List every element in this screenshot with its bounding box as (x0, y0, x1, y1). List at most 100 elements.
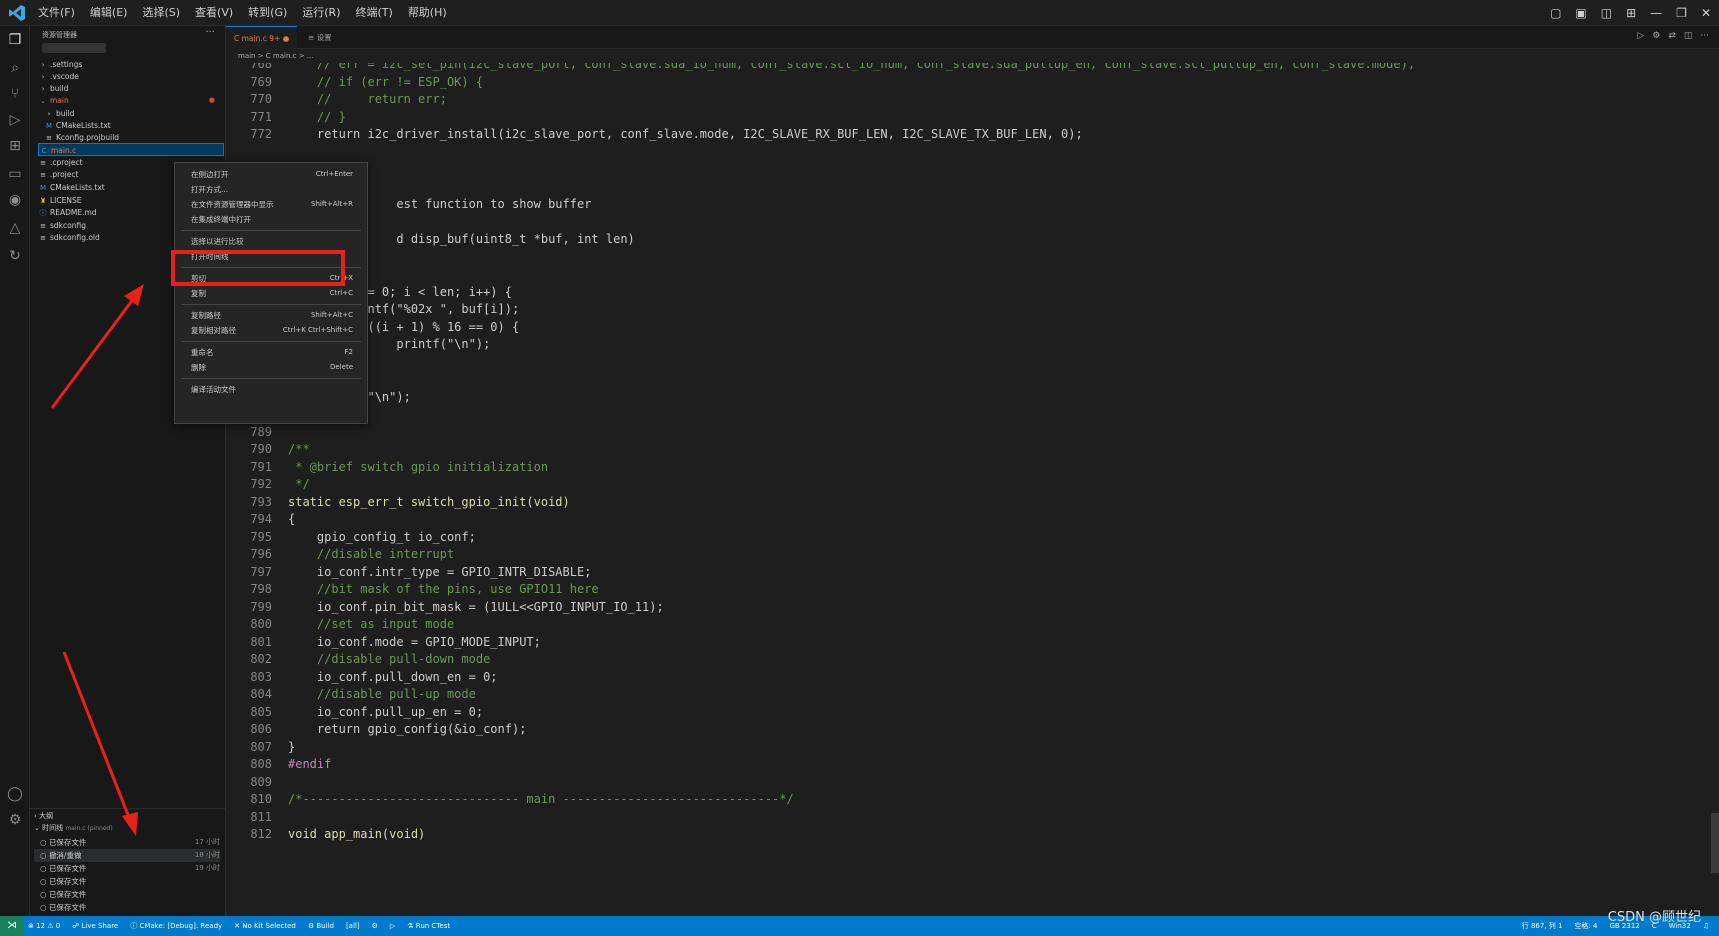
code-line[interactable]: /*------------------------------ main --… (288, 792, 794, 806)
context-menu-item[interactable]: 复制路径 Shift+Alt+C (175, 308, 367, 323)
code-line[interactable]: // if (err != ESP_OK) { (288, 75, 483, 89)
run-debug-icon[interactable]: ▷ (1637, 31, 1644, 41)
menu-view[interactable]: 查看(V) (195, 0, 233, 26)
context-menu-item[interactable]: 打开方式... (175, 182, 367, 197)
context-menu-item[interactable]: 在侧边打开 Ctrl+Enter (175, 167, 367, 182)
context-menu-item[interactable]: 复制相对路径 Ctrl+K Ctrl+Shift+C (175, 323, 367, 338)
context-menu-item[interactable]: 复制 Ctrl+C (175, 286, 367, 301)
cursor-position[interactable]: 行 867, 列 1 (1522, 916, 1563, 936)
more-actions-icon[interactable]: ··· (1700, 31, 1709, 41)
github-icon[interactable]: ◉ (5, 190, 25, 210)
extensions-icon[interactable]: ⊞ (5, 136, 25, 156)
account-icon[interactable]: ◯ (5, 784, 25, 804)
tree-item-readme[interactable]: ⓘ README.md (38, 206, 97, 219)
context-menu-item[interactable]: 选择以进行比较 (175, 234, 367, 249)
timeline-section-header[interactable]: ⌄ 时间线 main.c (pinned) (34, 823, 113, 833)
code-line[interactable]: } (288, 740, 295, 754)
timeline-item[interactable]: ○ 已保存文件 (34, 901, 220, 914)
cmake-status[interactable]: ⓘ CMake: [Debug]: Ready (130, 916, 222, 936)
notifications-icon[interactable]: ♫ (1703, 916, 1709, 936)
menu-help[interactable]: 帮助(H) (408, 0, 447, 26)
code-line[interactable]: gpio_config_t io_conf; (288, 530, 476, 544)
scrollbar-thumb[interactable] (1711, 813, 1719, 873)
live-share-button[interactable]: ☍ Live Share (72, 916, 118, 936)
timeline-item[interactable]: ○ 已保存文件 19 小时 (34, 862, 220, 875)
tree-item-main-folder[interactable]: ⌄ main (38, 94, 69, 107)
context-menu-item[interactable]: 在文件资源管理器中显示 Shift+Alt+R (175, 197, 367, 212)
toggle-sidebar-icon[interactable]: ▢ (1550, 6, 1561, 20)
toggle-secondary-sidebar-icon[interactable]: ◫ (1601, 6, 1612, 20)
debug-button[interactable]: ⚙ (372, 916, 378, 936)
context-menu-item[interactable]: 在集成终端中打开 (175, 212, 367, 227)
outline-section-header[interactable]: › 大纲 (34, 811, 53, 821)
build-target[interactable]: [all] (346, 916, 360, 936)
code-area[interactable]: 768 // err = i2c_set_pin(i2c_slave_port,… (226, 63, 1719, 916)
launch-button[interactable]: ▷ (390, 916, 395, 936)
remote-indicator-icon[interactable]: ⋊ (0, 916, 24, 936)
code-line[interactable]: //disable interrupt (288, 547, 454, 561)
code-line[interactable]: */ (288, 477, 309, 491)
menu-file[interactable]: 文件(F) (38, 0, 75, 26)
code-line[interactable]: static esp_err_t switch_gpio_init(void) (288, 495, 570, 509)
code-line[interactable]: return i2c_driver_install(i2c_slave_port… (288, 127, 1083, 141)
remote-explorer-icon[interactable]: ▭ (5, 164, 25, 184)
code-line[interactable]: io_conf.mode = GPIO_MODE_INPUT; (288, 635, 541, 649)
menu-edit[interactable]: 编辑(E) (90, 0, 128, 26)
more-actions-icon[interactable]: ··· (205, 27, 215, 38)
timeline-item[interactable]: ○ 已保存文件 (34, 888, 220, 901)
menu-terminal[interactable]: 终端(T) (356, 0, 393, 26)
tab-settings[interactable]: ≡ 设置 (300, 26, 340, 49)
code-line[interactable]: void app_main(void) (288, 827, 425, 841)
code-line[interactable]: * @brief switch gpio initialization (288, 460, 548, 474)
code-line[interactable]: /** (288, 442, 310, 456)
tree-item-cmakelists[interactable]: M CMakeLists.txt (38, 181, 105, 194)
code-line[interactable]: #endif (288, 757, 331, 771)
breadcrumb[interactable]: main > C main.c > ... (238, 49, 313, 63)
build-button[interactable]: ⚙ Build (308, 916, 334, 936)
indentation[interactable]: 空格: 4 (1574, 916, 1597, 936)
context-menu-item[interactable]: 删除 Delete (175, 360, 367, 375)
source-control-icon[interactable]: ⑂ (5, 84, 25, 104)
kit-selector[interactable]: ✕ No Kit Selected (234, 916, 296, 936)
menu-run[interactable]: 运行(R) (302, 0, 340, 26)
code-line[interactable]: // err = i2c_set_pin(i2c_slave_port, con… (288, 63, 1415, 71)
split-editor-icon[interactable]: ◫ (1684, 31, 1693, 41)
search-icon[interactable]: ⌕ (5, 58, 25, 78)
minimize-button[interactable]: — (1650, 6, 1662, 20)
tab-main-c[interactable]: C main.c 9+ ● (226, 26, 298, 49)
code-line[interactable]: //set as input mode (288, 617, 454, 631)
code-line[interactable]: { (288, 512, 295, 526)
restore-button[interactable]: ❐ (1676, 6, 1687, 20)
code-line[interactable]: return gpio_config(&io_conf); (288, 722, 527, 736)
menu-selection[interactable]: 选择(S) (142, 0, 180, 26)
menu-go[interactable]: 转到(G) (248, 0, 287, 26)
code-line[interactable]: io_conf.intr_type = GPIO_INTR_DISABLE; (288, 565, 592, 579)
code-line[interactable]: io_conf.pin_bit_mask = (1ULL<<GPIO_INPUT… (288, 600, 664, 614)
code-line[interactable]: //disable pull-down mode (288, 652, 490, 666)
vertical-scrollbar[interactable] (1711, 63, 1719, 916)
problems-indicator[interactable]: ⊗ 12 ⚠ 0 (28, 916, 60, 936)
tree-item-project[interactable]: ≡ .project (38, 168, 78, 181)
gear-icon[interactable]: ⚙ (5, 810, 25, 830)
timeline-item[interactable]: ○ 撤消/重做 18 小时 (34, 849, 220, 862)
customize-layout-icon[interactable]: ⊞ (1626, 6, 1636, 20)
run-debug-icon[interactable]: ▷ (5, 110, 25, 130)
workspace-folder-name[interactable] (42, 43, 106, 53)
cmake-icon[interactable]: △ (5, 218, 25, 238)
run-ctest-button[interactable]: ⚗ Run CTest (407, 916, 450, 936)
close-button[interactable]: ✕ (1701, 6, 1711, 20)
code-line[interactable]: // } (288, 110, 346, 124)
code-line[interactable]: io_conf.pull_down_en = 0; (288, 670, 498, 684)
tree-item-sdkconfig-old[interactable]: ≡ sdkconfig.old (38, 231, 100, 244)
code-line[interactable]: // return err; (288, 92, 447, 106)
code-line[interactable]: io_conf.pull_up_en = 0; (288, 705, 483, 719)
timeline-item[interactable]: ○ 已保存文件 17 小时 (34, 836, 220, 849)
tree-item-main-c[interactable]: Cmain.c (38, 143, 224, 156)
gear-icon[interactable]: ⚙ (1652, 31, 1660, 41)
code-line[interactable]: //disable pull-up mode (288, 687, 476, 701)
explorer-icon[interactable]: ❐ (5, 30, 25, 50)
toggle-panel-icon[interactable]: ▣ (1575, 6, 1586, 20)
live-share-icon[interactable]: ↻ (5, 246, 25, 266)
code-line[interactable]: //bit mask of the pins, use GPIO11 here (288, 582, 599, 596)
context-menu-item[interactable]: 重命名 F2 (175, 345, 367, 360)
